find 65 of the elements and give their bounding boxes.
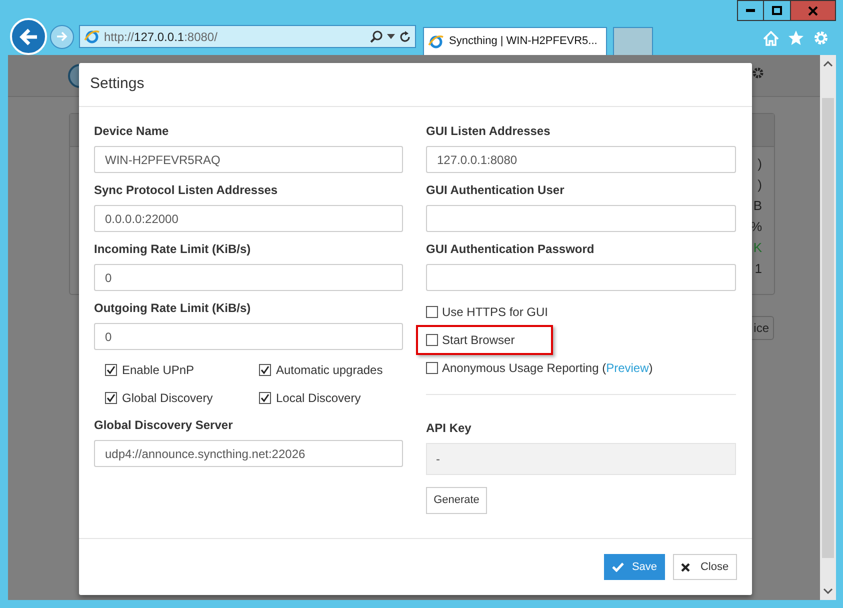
browser-logo-icon (84, 28, 100, 44)
checkbox[interactable] (426, 306, 438, 318)
input-field[interactable]: - (426, 443, 736, 475)
input-field[interactable] (426, 264, 736, 291)
caret-icon[interactable] (387, 34, 395, 39)
stat-value: K (753, 239, 762, 257)
checkbox[interactable] (426, 362, 438, 374)
field-label: GUI Authentication Password (426, 241, 596, 258)
checkbox[interactable] (426, 334, 438, 346)
checkbox-label: Global Discovery (122, 390, 213, 407)
checkbox-label: Automatic upgrades (276, 362, 383, 379)
browser-tab[interactable]: Syncthing | WIN-H2PFEVR5... (423, 27, 607, 55)
minimize-button[interactable] (737, 0, 764, 21)
field-label: API Key (426, 421, 472, 437)
checkbox[interactable] (105, 364, 117, 376)
check-icon (612, 562, 624, 572)
checkbox-label: Use HTTPS for GUI (442, 304, 548, 321)
checkbox-label: Anonymous Usage Reporting (Preview) (442, 360, 653, 377)
address-bar[interactable]: http://127.0.0.1:8080/ (79, 25, 416, 48)
arrow-left-icon (18, 28, 38, 46)
forward-button[interactable] (50, 24, 74, 48)
scrollbar[interactable] (820, 55, 836, 600)
scrollbar-thumb[interactable] (822, 98, 834, 558)
refresh-icon[interactable] (399, 30, 411, 42)
arrow-right-icon (56, 31, 68, 42)
field-label: GUI Listen Addresses (426, 123, 552, 140)
input-field[interactable]: WIN-H2PFEVR5RAQ (94, 146, 403, 173)
field-label: Sync Protocol Listen Addresses (94, 182, 279, 199)
close-button[interactable]: Close (673, 554, 737, 580)
maximize-button[interactable] (764, 0, 790, 21)
stat-value: 1 (754, 260, 762, 278)
scroll-down-icon[interactable] (823, 588, 833, 594)
checkbox[interactable] (259, 364, 271, 376)
input-field[interactable] (426, 205, 736, 232)
stat-value: ) (758, 155, 762, 173)
input-field[interactable]: 0.0.0.0:22000 (94, 205, 403, 232)
browser-logo-icon (428, 34, 444, 50)
star-icon[interactable] (788, 30, 804, 46)
stat-value: B (753, 197, 762, 215)
field-label: Incoming Rate Limit (KiB/s) (94, 241, 252, 258)
checkbox-label: Enable UPnP (122, 362, 194, 379)
settings-icon[interactable] (752, 67, 764, 79)
tab-title: Syncthing | WIN-H2PFEVR5... (449, 34, 598, 50)
input-field[interactable]: 0 (94, 264, 403, 291)
field-label: GUI Authentication User (426, 182, 566, 199)
field-label: Global Discovery Server (94, 417, 234, 434)
stat-value: ) (758, 176, 762, 194)
field-label: Outgoing Rate Limit (KiB/s) (94, 300, 252, 317)
close-button[interactable] (790, 0, 836, 21)
dialog-title: Settings (90, 74, 144, 94)
back-button[interactable] (10, 18, 47, 55)
checkbox[interactable] (259, 392, 271, 404)
input-field[interactable]: udp4://announce.syncthing.net:22026 (94, 440, 403, 467)
search-icon[interactable] (370, 30, 383, 43)
field-label: Device Name (94, 123, 170, 140)
input-field[interactable]: 127.0.0.1:8080 (426, 146, 736, 173)
input-field[interactable]: 0 (94, 323, 403, 350)
close-icon (681, 562, 690, 572)
checkbox[interactable] (105, 392, 117, 404)
close-icon (808, 6, 818, 16)
generate-button[interactable]: Generate (426, 487, 487, 514)
checkbox-label: Local Discovery (276, 390, 361, 407)
scroll-up-icon[interactable] (823, 61, 833, 67)
checkbox-label: Start Browser (442, 332, 515, 349)
url-text: http://127.0.0.1:8080/ (104, 28, 218, 46)
